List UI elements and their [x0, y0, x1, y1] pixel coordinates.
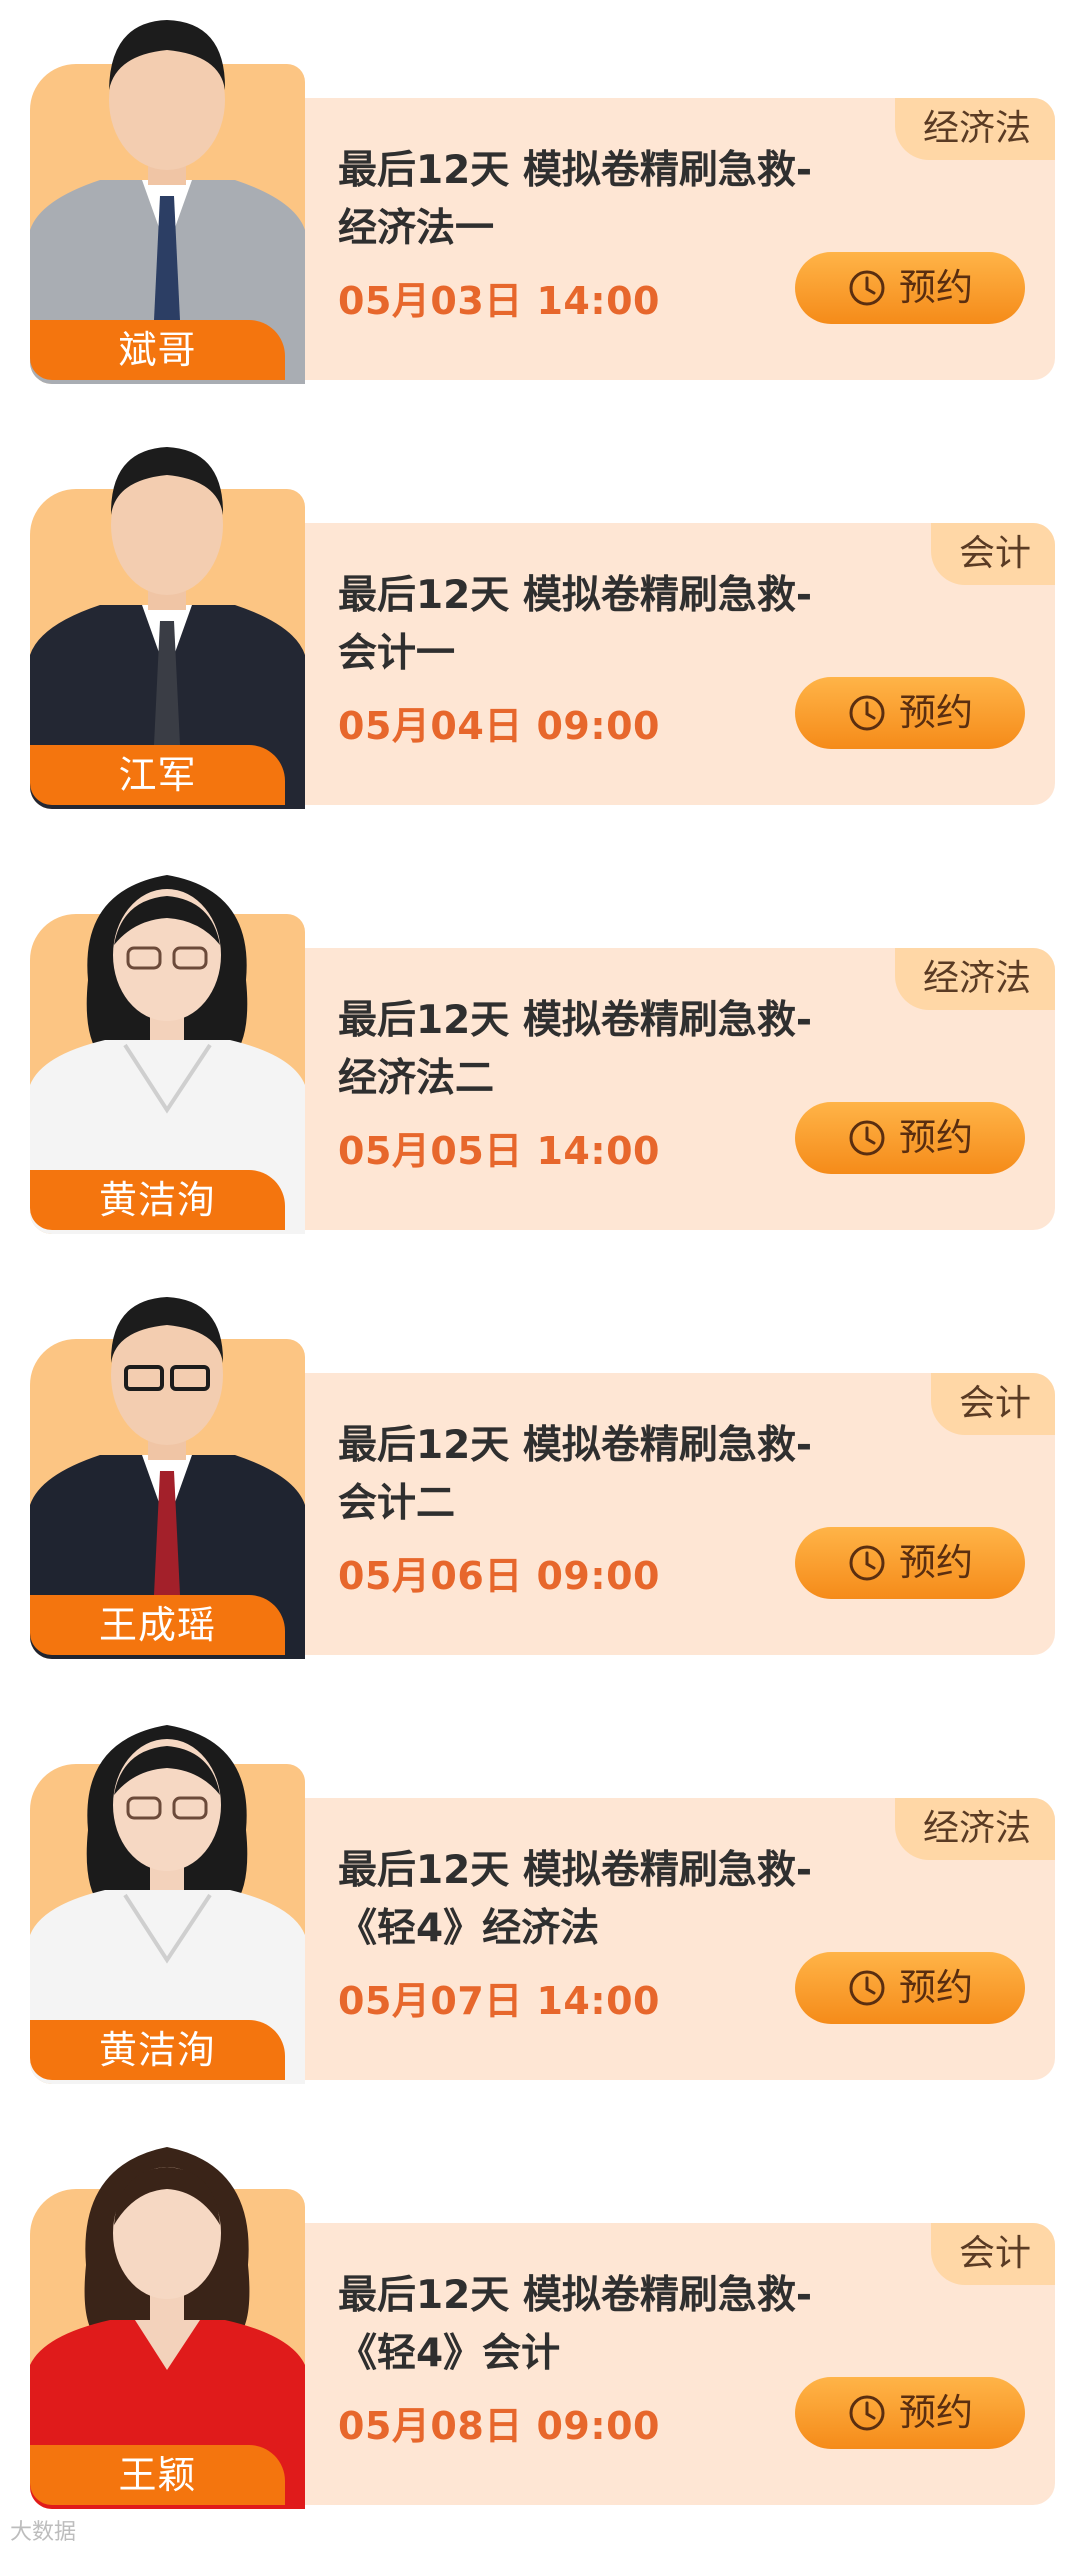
watermark: 大数据	[10, 2520, 77, 2545]
teacher-name: 斌哥	[30, 320, 285, 380]
course-datetime: 05月08日 09:00	[338, 2404, 660, 2448]
book-button-label: 预约	[899, 1541, 973, 1584]
course-title-line1: 最后12天 模拟卷精刷急救-	[338, 998, 813, 1043]
course-card[interactable]: 黄洁洵 经济法 最后12天 模拟卷精刷急救- 《轻4》经济法 05月07日 14…	[0, 1700, 1080, 2100]
book-button-label: 预约	[899, 2391, 973, 2434]
course-title-line2: 经济法一	[338, 206, 495, 251]
course-title-line1: 最后12天 模拟卷精刷急救-	[338, 148, 813, 193]
book-button[interactable]: 预约	[795, 2377, 1025, 2449]
course-title-line2: 会计二	[338, 1481, 456, 1526]
clock-icon	[847, 693, 887, 733]
course-title: 最后12天 模拟卷精刷急救- 会计一	[338, 567, 878, 683]
clock-icon	[847, 1968, 887, 2008]
course-title-line2: 会计一	[338, 631, 456, 676]
course-card[interactable]: 斌哥 经济法 最后12天 模拟卷精刷急救- 经济法一 05月03日 14:00 …	[0, 0, 1080, 400]
subject-badge: 经济法	[894, 98, 1055, 160]
subject-badge: 会计	[930, 1373, 1055, 1435]
subject-badge: 会计	[930, 523, 1055, 585]
book-button-label: 预约	[899, 691, 973, 734]
course-card[interactable]: 王颖 会计 最后12天 模拟卷精刷急救- 《轻4》会计 05月08日 09:00…	[0, 2125, 1080, 2525]
course-title-line1: 最后12天 模拟卷精刷急救-	[338, 2273, 813, 2318]
course-datetime: 05月04日 09:00	[338, 704, 660, 748]
teacher-name: 黄洁洵	[30, 2020, 285, 2080]
book-button[interactable]: 预约	[795, 1102, 1025, 1174]
course-title: 最后12天 模拟卷精刷急救- 会计二	[338, 1417, 878, 1533]
subject-badge: 经济法	[894, 948, 1055, 1010]
course-datetime: 05月06日 09:00	[338, 1554, 660, 1598]
clock-icon	[847, 1543, 887, 1583]
book-button[interactable]: 预约	[795, 1952, 1025, 2024]
clock-icon	[847, 268, 887, 308]
course-datetime: 05月07日 14:00	[338, 1979, 660, 2023]
book-button[interactable]: 预约	[795, 252, 1025, 324]
course-title-line2: 经济法二	[338, 1056, 495, 1101]
course-title-line1: 最后12天 模拟卷精刷急救-	[338, 1848, 813, 1893]
course-card[interactable]: 黄洁洵 经济法 最后12天 模拟卷精刷急救- 经济法二 05月05日 14:00…	[0, 850, 1080, 1250]
course-title: 最后12天 模拟卷精刷急救- 经济法二	[338, 992, 878, 1108]
course-title-line2: 《轻4》会计	[338, 2331, 561, 2376]
course-title: 最后12天 模拟卷精刷急救- 《轻4》经济法	[338, 1842, 878, 1958]
teacher-name: 王成瑶	[30, 1595, 285, 1655]
book-button-label: 预约	[899, 1116, 973, 1159]
book-button[interactable]: 预约	[795, 677, 1025, 749]
teacher-name: 王颖	[30, 2445, 285, 2505]
teacher-name: 江军	[30, 745, 285, 805]
book-button[interactable]: 预约	[795, 1527, 1025, 1599]
course-title-line1: 最后12天 模拟卷精刷急救-	[338, 573, 813, 618]
clock-icon	[847, 1118, 887, 1158]
book-button-label: 预约	[899, 266, 973, 309]
teacher-name: 黄洁洵	[30, 1170, 285, 1230]
subject-badge: 会计	[930, 2223, 1055, 2285]
course-title: 最后12天 模拟卷精刷急救- 经济法一	[338, 142, 878, 258]
subject-badge: 经济法	[894, 1798, 1055, 1860]
course-datetime: 05月03日 14:00	[338, 279, 660, 323]
live-course-list: 斌哥 经济法 最后12天 模拟卷精刷急救- 经济法一 05月03日 14:00 …	[0, 0, 1080, 2553]
book-button-label: 预约	[899, 1966, 973, 2009]
clock-icon	[847, 2393, 887, 2433]
course-card[interactable]: 江军 会计 最后12天 模拟卷精刷急救- 会计一 05月04日 09:00 预约	[0, 425, 1080, 825]
course-title-line2: 《轻4》经济法	[338, 1906, 600, 1951]
course-title: 最后12天 模拟卷精刷急救- 《轻4》会计	[338, 2267, 878, 2383]
course-datetime: 05月05日 14:00	[338, 1129, 660, 1173]
course-card[interactable]: 王成瑶 会计 最后12天 模拟卷精刷急救- 会计二 05月06日 09:00 预…	[0, 1275, 1080, 1675]
course-title-line1: 最后12天 模拟卷精刷急救-	[338, 1423, 813, 1468]
